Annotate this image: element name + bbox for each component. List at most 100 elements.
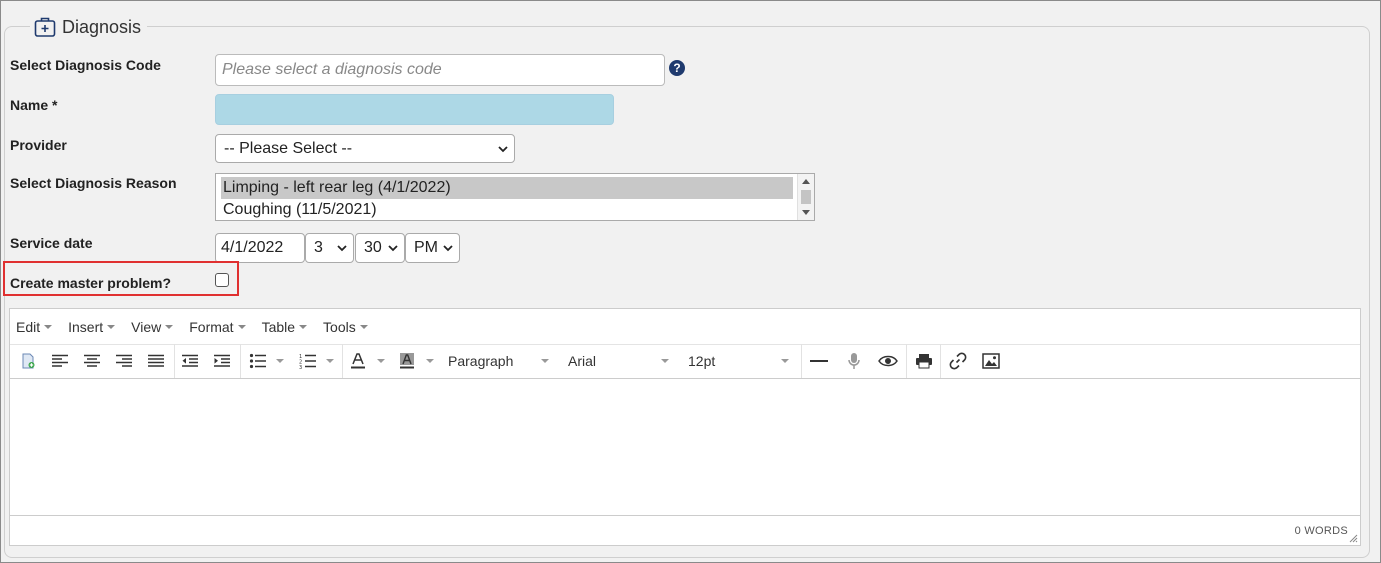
help-icon[interactable]: ? — [669, 60, 685, 76]
toolbar-separator — [940, 344, 941, 378]
menu-label: Edit — [16, 318, 41, 335]
menu-label: Tools — [323, 318, 356, 335]
name-field[interactable] — [215, 94, 614, 125]
block-format-dropdown[interactable]: Paragraph — [448, 353, 513, 369]
scroll-thumb[interactable] — [801, 190, 811, 204]
provider-label: Provider — [10, 137, 67, 153]
align-right-button[interactable] — [112, 349, 136, 373]
editor-statusbar: 0 WORDS — [10, 515, 1360, 545]
menu-edit[interactable]: Edit — [16, 318, 53, 335]
bullet-list-caret-icon[interactable] — [276, 359, 284, 363]
preview-button[interactable] — [876, 349, 900, 373]
font-size-caret-icon[interactable] — [781, 359, 789, 363]
new-document-icon — [22, 353, 35, 369]
new-document-button[interactable] — [16, 349, 40, 373]
minute-select[interactable]: 30 — [355, 233, 405, 263]
medical-kit-icon — [34, 17, 56, 37]
master-problem-checkbox[interactable] — [215, 273, 229, 287]
service-date-input[interactable]: 4/1/2022 — [215, 233, 305, 263]
menu-table[interactable]: Table — [261, 318, 308, 335]
word-count: 0 WORDS — [1294, 525, 1348, 537]
provider-select[interactable]: -- Please Select -- — [215, 134, 515, 163]
microphone-icon — [848, 353, 860, 369]
microphone-button[interactable] — [842, 349, 866, 373]
editor-content-area[interactable] — [10, 379, 1360, 516]
resize-handle-icon[interactable] — [1349, 534, 1358, 543]
diagnosis-code-input[interactable] — [215, 54, 665, 86]
bullet-list-button[interactable] — [246, 349, 270, 373]
outdent-button[interactable] — [178, 349, 202, 373]
background-color-caret-icon[interactable] — [426, 359, 434, 363]
hour-select[interactable]: 3 — [305, 233, 354, 263]
master-problem-label: Create master problem? — [10, 275, 172, 291]
diagnosis-code-label: Select Diagnosis Code — [10, 57, 161, 73]
scroll-up-icon[interactable] — [802, 179, 810, 184]
svg-text:3: 3 — [299, 365, 302, 369]
caret-down-icon — [165, 324, 174, 329]
print-button[interactable] — [912, 349, 936, 373]
align-left-button[interactable] — [48, 349, 72, 373]
align-center-button[interactable] — [80, 349, 104, 373]
text-color-caret-icon[interactable] — [377, 359, 385, 363]
numbered-list-icon: 1 2 3 — [299, 354, 316, 369]
align-left-icon — [52, 354, 68, 367]
chevron-down-icon — [498, 145, 508, 152]
caret-down-icon — [107, 324, 116, 329]
rich-text-editor: Edit Insert View Format Table Tools 1 2 … — [9, 308, 1361, 546]
bullet-list-icon — [249, 353, 266, 369]
hour-value: 3 — [314, 239, 323, 256]
justify-icon — [148, 354, 164, 367]
name-label: Name * — [10, 97, 58, 113]
service-date-value: 4/1/2022 — [221, 239, 284, 256]
listbox-scrollbar[interactable] — [797, 174, 814, 220]
text-color-button[interactable] — [346, 349, 370, 373]
menu-tools[interactable]: Tools — [323, 319, 368, 335]
font-size-dropdown[interactable]: 12pt — [688, 353, 715, 369]
justify-button[interactable] — [144, 349, 168, 373]
caret-down-icon — [299, 324, 308, 329]
eye-icon — [878, 355, 898, 367]
print-icon — [916, 354, 932, 369]
diagnosis-reason-label: Select Diagnosis Reason — [10, 175, 177, 191]
font-family-dropdown[interactable]: Arial — [568, 353, 596, 369]
reason-option-selected[interactable]: Limping - left rear leg (4/1/2022) — [221, 177, 793, 199]
numbered-list-caret-icon[interactable] — [326, 359, 334, 363]
toolbar-separator — [801, 344, 802, 378]
chevron-down-icon — [337, 245, 347, 252]
editor-toolbar: 1 2 3 Paragraph Arial 12pt — [10, 344, 1360, 379]
diagnosis-reason-listbox[interactable]: Limping - left rear leg (4/1/2022) Cough… — [215, 173, 815, 221]
reason-option[interactable]: Coughing (11/5/2021) — [221, 199, 377, 221]
outdent-icon — [182, 354, 198, 367]
block-format-caret-icon[interactable] — [541, 359, 549, 363]
align-right-icon — [116, 354, 132, 367]
caret-down-icon — [237, 324, 246, 329]
numbered-list-button[interactable]: 1 2 3 — [296, 349, 320, 373]
menu-label: View — [131, 318, 162, 335]
toolbar-separator — [906, 344, 907, 378]
menu-label: Format — [189, 318, 234, 335]
menu-insert[interactable]: Insert — [68, 318, 116, 335]
menu-view[interactable]: View — [131, 318, 174, 335]
provider-select-value: -- Please Select -- — [224, 139, 353, 157]
indent-icon — [214, 354, 230, 367]
toolbar-separator — [174, 344, 175, 378]
caret-down-icon — [44, 324, 53, 329]
menu-label: Table — [261, 318, 296, 335]
horizontal-rule-button[interactable] — [807, 349, 831, 373]
scroll-down-icon[interactable] — [802, 210, 810, 215]
ampm-select[interactable]: PM — [405, 233, 460, 263]
indent-button[interactable] — [210, 349, 234, 373]
insert-image-button[interactable] — [979, 349, 1003, 373]
menu-label: Insert — [68, 318, 104, 335]
image-icon — [982, 353, 1000, 369]
menu-format[interactable]: Format — [189, 318, 246, 335]
font-family-caret-icon[interactable] — [661, 359, 669, 363]
background-color-button[interactable] — [395, 349, 419, 373]
section-legend: Diagnosis — [30, 12, 148, 42]
align-center-icon — [84, 354, 100, 367]
insert-link-button[interactable] — [946, 349, 970, 373]
text-color-icon — [351, 353, 365, 369]
link-icon — [949, 352, 967, 370]
chevron-down-icon — [443, 245, 453, 252]
ampm-value: PM — [414, 239, 438, 256]
